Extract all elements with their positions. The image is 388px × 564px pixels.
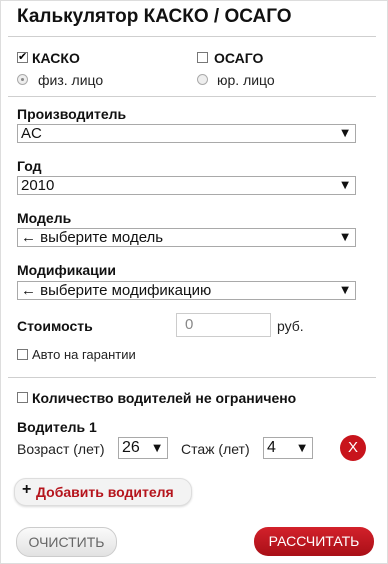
- divider: [8, 377, 376, 378]
- calculate-button[interactable]: РАССЧИТАТЬ: [254, 527, 374, 556]
- year-label: Год: [17, 158, 42, 174]
- osago-label: ОСАГО: [214, 50, 264, 66]
- divider: [8, 36, 376, 37]
- driver-experience-select[interactable]: 4 ▼: [263, 437, 313, 459]
- cost-unit: руб.: [277, 318, 304, 334]
- driver-title: Водитель 1: [17, 419, 97, 435]
- add-driver-button[interactable]: + Добавить водителя: [14, 478, 192, 506]
- clear-button[interactable]: ОЧИСТИТЬ: [16, 527, 117, 557]
- driver-age-value: 26: [122, 439, 140, 456]
- warranty-checkbox[interactable]: [17, 349, 28, 360]
- chevron-down-icon: ▼: [341, 232, 349, 243]
- modification-label: Модификации: [17, 262, 116, 278]
- model-select[interactable]: ← выберите модель ▼: [17, 228, 356, 247]
- individual-radio[interactable]: [17, 74, 28, 85]
- driver-age-label: Возраст (лет): [17, 441, 105, 457]
- modification-value: ← выберите модификацию: [21, 282, 212, 299]
- year-value: 2010: [21, 177, 55, 194]
- unlimited-drivers-checkbox[interactable]: [17, 392, 28, 403]
- chevron-down-icon: ▼: [341, 128, 349, 139]
- individual-label: физ. лицо: [38, 72, 104, 88]
- manufacturer-label: Производитель: [17, 106, 127, 122]
- chevron-down-icon: ▼: [153, 443, 161, 454]
- chevron-down-icon: ▼: [298, 443, 306, 454]
- add-driver-label: Добавить водителя: [36, 484, 174, 500]
- kasko-label: КАСКО: [32, 50, 80, 66]
- kasko-checkbox-group[interactable]: КАСКО: [17, 50, 137, 66]
- cost-label: Стоимость: [17, 318, 93, 334]
- legal-label: юр. лицо: [217, 72, 275, 88]
- model-label: Модель: [17, 210, 72, 226]
- chevron-down-icon: ▼: [341, 180, 349, 191]
- driver-experience-label: Стаж (лет): [181, 441, 250, 457]
- legal-radio[interactable]: [197, 74, 208, 85]
- osago-checkbox-group[interactable]: ОСАГО: [197, 50, 317, 66]
- unlimited-drivers-label: Количество водителей не ограничено: [32, 390, 297, 406]
- legal-radio-group[interactable]: юр. лицо: [197, 72, 317, 88]
- page-title: Калькулятор КАСКО / ОСАГО: [17, 6, 292, 27]
- individual-radio-group[interactable]: физ. лицо: [17, 72, 137, 88]
- plus-icon: +: [22, 481, 32, 498]
- cost-input[interactable]: 0: [176, 313, 271, 337]
- driver-age-select[interactable]: 26 ▼: [118, 437, 168, 459]
- modification-select[interactable]: ← выберите модификацию ▼: [17, 281, 356, 300]
- warranty-label: Авто на гарантии: [32, 347, 136, 362]
- osago-checkbox[interactable]: [197, 52, 208, 63]
- model-value: ← выберите модель: [21, 229, 164, 246]
- kasko-checkbox[interactable]: [17, 50, 28, 63]
- manufacturer-select[interactable]: AC ▼: [17, 124, 356, 143]
- manufacturer-value: AC: [21, 125, 42, 142]
- divider: [8, 96, 376, 97]
- year-select[interactable]: 2010 ▼: [17, 176, 356, 195]
- driver-experience-value: 4: [267, 439, 276, 456]
- remove-driver-button[interactable]: X: [340, 435, 366, 461]
- unlimited-drivers-checkbox-group[interactable]: Количество водителей не ограничено: [17, 390, 337, 406]
- chevron-down-icon: ▼: [341, 285, 349, 296]
- warranty-checkbox-group[interactable]: Авто на гарантии: [17, 347, 177, 363]
